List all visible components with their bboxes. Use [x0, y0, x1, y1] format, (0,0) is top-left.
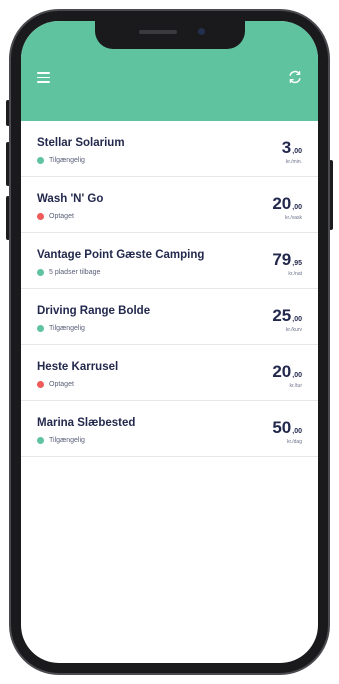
price-unit: kr./nat	[288, 271, 302, 277]
item-status: Tilgængelig	[37, 325, 85, 332]
status-dot	[37, 213, 44, 220]
status-label: Optaget	[49, 213, 74, 220]
item-price: 50,00 kr./dag	[272, 419, 302, 445]
phone-screen: Stellar Solarium Tilgængelig 3,00 kr./mi…	[21, 21, 318, 663]
status-dot	[37, 381, 44, 388]
item-status: 5 pladser tilbage	[37, 269, 100, 276]
item-status: Optaget	[37, 381, 74, 388]
item-price: 3,00 kr./min.	[282, 139, 302, 165]
status-label: Tilgængelig	[49, 437, 85, 444]
price-unit: kr./dag	[286, 439, 302, 445]
hamburger-menu-icon[interactable]	[37, 72, 51, 83]
list-item-5[interactable]: Heste Karrusel Optaget 20,00 kr./tur	[21, 345, 318, 401]
price-amount: 50	[272, 418, 292, 437]
price-unit: kr./kurv	[285, 327, 302, 333]
status-label: Optaget	[49, 381, 74, 388]
item-status: Tilgængelig	[37, 157, 85, 164]
phone-notch	[94, 21, 245, 49]
price-decimals: ,00	[292, 204, 302, 211]
price-amount: 20	[272, 194, 292, 213]
list-item-3[interactable]: Vantage Point Gæste Camping 5 pladser ti…	[21, 233, 318, 289]
item-title: Driving Range Bolde	[37, 305, 151, 317]
item-title: Heste Karrusel	[37, 361, 119, 373]
status-dot	[37, 157, 44, 164]
status-dot	[37, 269, 44, 276]
price-amount: 79	[272, 250, 292, 269]
status-label: Tilgængelig	[49, 157, 85, 164]
status-dot	[37, 437, 44, 444]
item-price: 20,00 kr./vask	[272, 195, 302, 221]
price-decimals: ,00	[292, 316, 302, 323]
price-decimals: ,95	[292, 260, 302, 267]
list-item-1[interactable]: Stellar Solarium Tilgængelig 3,00 kr./mi…	[21, 121, 318, 177]
item-list: Stellar Solarium Tilgængelig 3,00 kr./mi…	[21, 121, 318, 457]
price-amount: 25	[272, 306, 292, 325]
item-title: Wash 'N' Go	[37, 193, 104, 205]
price-amount: 3	[281, 138, 292, 157]
item-price: 20,00 kr./tur	[272, 363, 302, 389]
price-unit: kr./vask	[285, 215, 302, 221]
list-item-4[interactable]: Driving Range Bolde Tilgængelig 25,00 kr…	[21, 289, 318, 345]
item-title: Stellar Solarium	[37, 137, 125, 149]
price-unit: kr./tur	[289, 383, 302, 389]
status-label: Tilgængelig	[49, 325, 85, 332]
price-decimals: ,00	[292, 428, 302, 435]
earpiece-speaker	[138, 30, 177, 34]
item-price: 25,00 kr./kurv	[272, 307, 302, 333]
item-price: 79,95 kr./nat	[272, 251, 302, 277]
price-amount: 20	[272, 362, 292, 381]
price-unit: kr./min.	[285, 159, 302, 165]
list-item-6[interactable]: Marina Slæbested Tilgængelig 50,00 kr./d…	[21, 401, 318, 457]
price-decimals: ,00	[292, 148, 302, 155]
item-status: Optaget	[37, 213, 74, 220]
item-status: Tilgængelig	[37, 437, 85, 444]
item-title: Vantage Point Gæste Camping	[37, 249, 205, 261]
list-item-2[interactable]: Wash 'N' Go Optaget 20,00 kr./vask	[21, 177, 318, 233]
refresh-icon[interactable]	[287, 69, 303, 85]
status-dot	[37, 325, 44, 332]
price-decimals: ,00	[292, 372, 302, 379]
phone-frame: Stellar Solarium Tilgængelig 3,00 kr./mi…	[9, 9, 330, 675]
status-label: 5 pladser tilbage	[49, 269, 101, 276]
front-camera	[197, 28, 205, 35]
item-title: Marina Slæbested	[37, 417, 136, 429]
